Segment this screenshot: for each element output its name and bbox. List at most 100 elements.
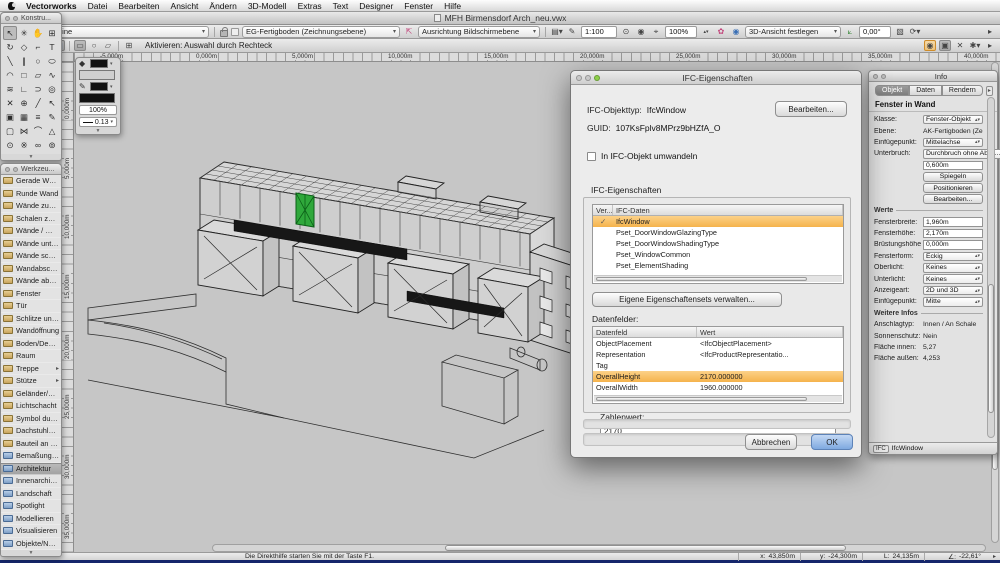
tool-item-architektur[interactable]: Architektur xyxy=(1,463,61,476)
tool-item-bauteil-an-pfad[interactable]: Bauteil an Pfad xyxy=(1,438,61,451)
tool-item-spotlight[interactable]: Spotlight xyxy=(1,500,61,513)
toolbar-overflow-arrow[interactable]: ▸ xyxy=(984,26,996,37)
datafield-row[interactable]: Tag xyxy=(593,360,843,371)
field-select-oberlicht-[interactable]: Keines▴▾ xyxy=(923,263,983,273)
menu-hilfe[interactable]: Hilfe xyxy=(444,1,461,11)
marquee-lasso-icon[interactable]: ○ xyxy=(88,40,100,51)
werkzeug-palette-titlebar[interactable]: Werkzeu... xyxy=(1,164,61,175)
tool-item-raum[interactable]: Raum xyxy=(1,350,61,363)
menu-app-name[interactable]: Vectorworks xyxy=(26,1,77,11)
zoom-icon[interactable] xyxy=(13,167,18,172)
tool-item-innenarchitektur[interactable]: Innenarchitektur xyxy=(1,475,61,488)
connect-tool-icon[interactable]: ※ xyxy=(17,138,31,152)
cube-icon[interactable]: ▧ xyxy=(894,26,906,37)
move-tool-icon[interactable]: ⊕ xyxy=(17,96,31,110)
close-icon[interactable] xyxy=(5,167,10,172)
fill-color-swatch[interactable] xyxy=(90,59,108,68)
pen-color-swatch[interactable] xyxy=(90,82,108,91)
zoom-icon[interactable] xyxy=(881,74,886,79)
tool-item-w-nde-absc-[interactable]: Wände absc... xyxy=(1,275,61,288)
cross-tool-icon[interactable]: ✕ xyxy=(3,96,17,110)
scale-field[interactable]: 1:100 xyxy=(581,26,617,38)
datafield-row[interactable]: OverallWidth1960.000000 xyxy=(593,382,843,393)
text-tool-icon[interactable]: T xyxy=(45,40,59,54)
field-input-0-600m[interactable]: 0,600m xyxy=(923,161,983,171)
tool-item-fenster[interactable]: Fenster xyxy=(1,288,61,301)
field-select-einf-gepunkt-[interactable]: Mitte▴▾ xyxy=(923,297,983,307)
field-input-fensterh-he-[interactable]: 2,170m xyxy=(923,229,983,239)
selected-window-highlight[interactable] xyxy=(296,193,314,227)
tool-item-wand-ffnung[interactable]: Wandöffnung xyxy=(1,325,61,338)
corner-tool-icon[interactable]: ∟ xyxy=(17,82,31,96)
tool-item-schlitze-und-[interactable]: Schlitze und... xyxy=(1,313,61,326)
selection-tool-icon[interactable]: ↖ xyxy=(3,26,17,40)
freeform-tool-icon[interactable]: ≋ xyxy=(3,82,17,96)
window-title-bar[interactable]: MFH Birmensdorf Arch_neu.vwx xyxy=(0,12,1000,25)
circle-tool-icon[interactable]: ○ xyxy=(31,54,45,68)
pan-tool-icon[interactable]: ✋ xyxy=(31,26,45,40)
key-tool-icon[interactable]: ⌐ xyxy=(31,40,45,54)
tool-item-st-tze[interactable]: Stütze▸ xyxy=(1,375,61,388)
modebar-overflow-arrow[interactable]: ▸ xyxy=(984,40,996,51)
list-scrollbar[interactable] xyxy=(594,275,842,282)
layer-dropdown[interactable]: EG-Fertigboden (Zeichnungsebene)▾ xyxy=(242,26,400,38)
chamfer-tool-icon[interactable]: △ xyxy=(45,124,59,138)
plane-tool-icon[interactable]: ◇ xyxy=(17,40,31,54)
magnifier-icon[interactable]: ⌖ xyxy=(650,26,662,37)
menu-extras[interactable]: Extras xyxy=(298,1,322,11)
opacity-field[interactable]: 100% xyxy=(79,105,117,115)
camera-view-icon[interactable]: ▣ xyxy=(939,40,951,51)
palette-resize-handle[interactable]: ▼ xyxy=(1,550,61,556)
zoom-stepper[interactable]: ▴▾ xyxy=(700,26,712,37)
ifc-data-row[interactable]: Pset_DoorWindowShadingType xyxy=(593,238,843,249)
image-tool-icon[interactable]: ▢ xyxy=(3,124,17,138)
arc-tool-icon[interactable]: ◠ xyxy=(3,68,17,82)
ifc-data-row[interactable]: Pset_ElementShading xyxy=(593,260,843,271)
reshape-tool-icon[interactable]: ⊃ xyxy=(31,82,45,96)
minimize-icon[interactable] xyxy=(585,75,591,81)
datenfeld-column-header[interactable]: Datenfeld xyxy=(593,327,697,337)
brush-tool-icon[interactable]: ≡ xyxy=(31,110,45,124)
tool-item-gerade-wand[interactable]: Gerade Wand xyxy=(1,175,61,188)
menu-ansicht[interactable]: Ansicht xyxy=(171,1,199,11)
chain-tool-icon[interactable]: ∞ xyxy=(31,138,45,152)
mirror-tool-icon[interactable]: ⋈ xyxy=(17,124,31,138)
pan-view-icon[interactable]: ◉ xyxy=(924,40,936,51)
polyline-tool-icon[interactable]: ∿ xyxy=(45,68,59,82)
settings-gear-dropdown[interactable]: ✱▾ xyxy=(969,40,981,51)
rect-tool-icon[interactable]: □ xyxy=(17,68,31,82)
net-select-icon[interactable]: ⊞ xyxy=(123,40,135,51)
ifc-daten-column-header[interactable]: IFC-Daten xyxy=(613,205,843,215)
paint-tool-icon[interactable]: ▣ xyxy=(3,110,17,124)
datafield-row[interactable]: ObjectPlacement<IfcObjectPlacement> xyxy=(593,338,843,349)
print-dropdown[interactable]: ▤▾ xyxy=(551,26,563,37)
tab-overflow-button[interactable]: ▸ xyxy=(986,86,993,96)
horizontal-scrollbar[interactable] xyxy=(212,544,986,552)
marquee-rect-icon[interactable]: ▭ xyxy=(74,40,86,51)
tool-item-t-r[interactable]: Tür xyxy=(1,300,61,313)
tool-item-w-nde-wa-[interactable]: Wände / Wa... xyxy=(1,225,61,238)
dim-circle-tool-icon[interactable]: ⊙ xyxy=(3,138,17,152)
info-scrollbar[interactable] xyxy=(987,97,995,438)
eyedropper-tool-icon[interactable]: ╱ xyxy=(31,96,45,110)
angle-field[interactable]: 0,00° xyxy=(859,26,891,38)
cancel-button[interactable]: Abbrechen xyxy=(745,434,797,450)
palette-resize-handle[interactable]: ▼ xyxy=(1,154,61,160)
menu-bearbeiten[interactable]: Bearbeiten xyxy=(118,1,159,11)
menu-fenster[interactable]: Fenster xyxy=(404,1,433,11)
double-line-tool-icon[interactable]: ∥ xyxy=(17,54,31,68)
line-weight-dropdown[interactable]: 0.13▾ xyxy=(79,117,117,127)
tool-item-w-nde-schlie-[interactable]: Wände schlie... xyxy=(1,250,61,263)
table-scrollbar[interactable] xyxy=(594,395,842,402)
spotlight-icon[interactable]: ✕ xyxy=(954,40,966,51)
class-dropdown[interactable]: Keine▾ xyxy=(49,26,209,38)
ok-button[interactable]: OK xyxy=(811,434,853,450)
field-select-anzeigeart-[interactable]: 2D und 3D▴▾ xyxy=(923,286,983,296)
menu-designer[interactable]: Designer xyxy=(359,1,393,11)
tab-objekt[interactable]: Objekt xyxy=(875,85,909,96)
edit-button[interactable]: Bearbeiten... xyxy=(775,101,847,117)
menu--ndern[interactable]: Ändern xyxy=(209,1,236,11)
oval-tool-icon[interactable]: ⬭ xyxy=(45,54,59,68)
layer-options-icon[interactable]: ⇱ xyxy=(403,26,415,37)
tool-item-gel-nder-zaun[interactable]: Geländer/Zaun xyxy=(1,388,61,401)
